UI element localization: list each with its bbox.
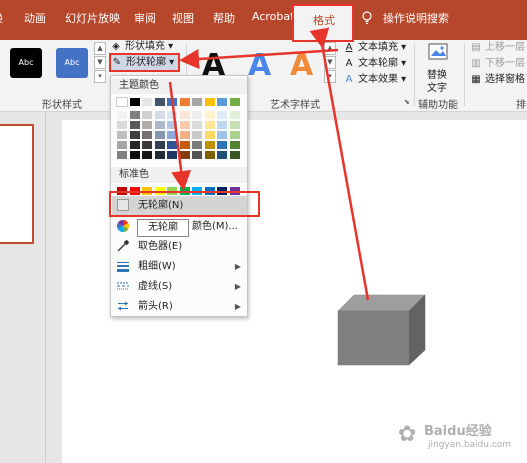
watermark-main-text: Baidu经验 [424,424,492,439]
arrow-to-format-tab [309,27,370,301]
paw-logo-icon: ✿ [398,422,417,447]
arrow-to-no-outline [168,81,192,191]
arrow-to-shape-outline [179,48,339,70]
annotation-arrows [168,27,370,301]
watermark-sub-text: jingyan.baidu.com [428,440,512,450]
baidu-watermark: ✿ Baidu经验 jingyan.baidu.com [398,418,522,458]
